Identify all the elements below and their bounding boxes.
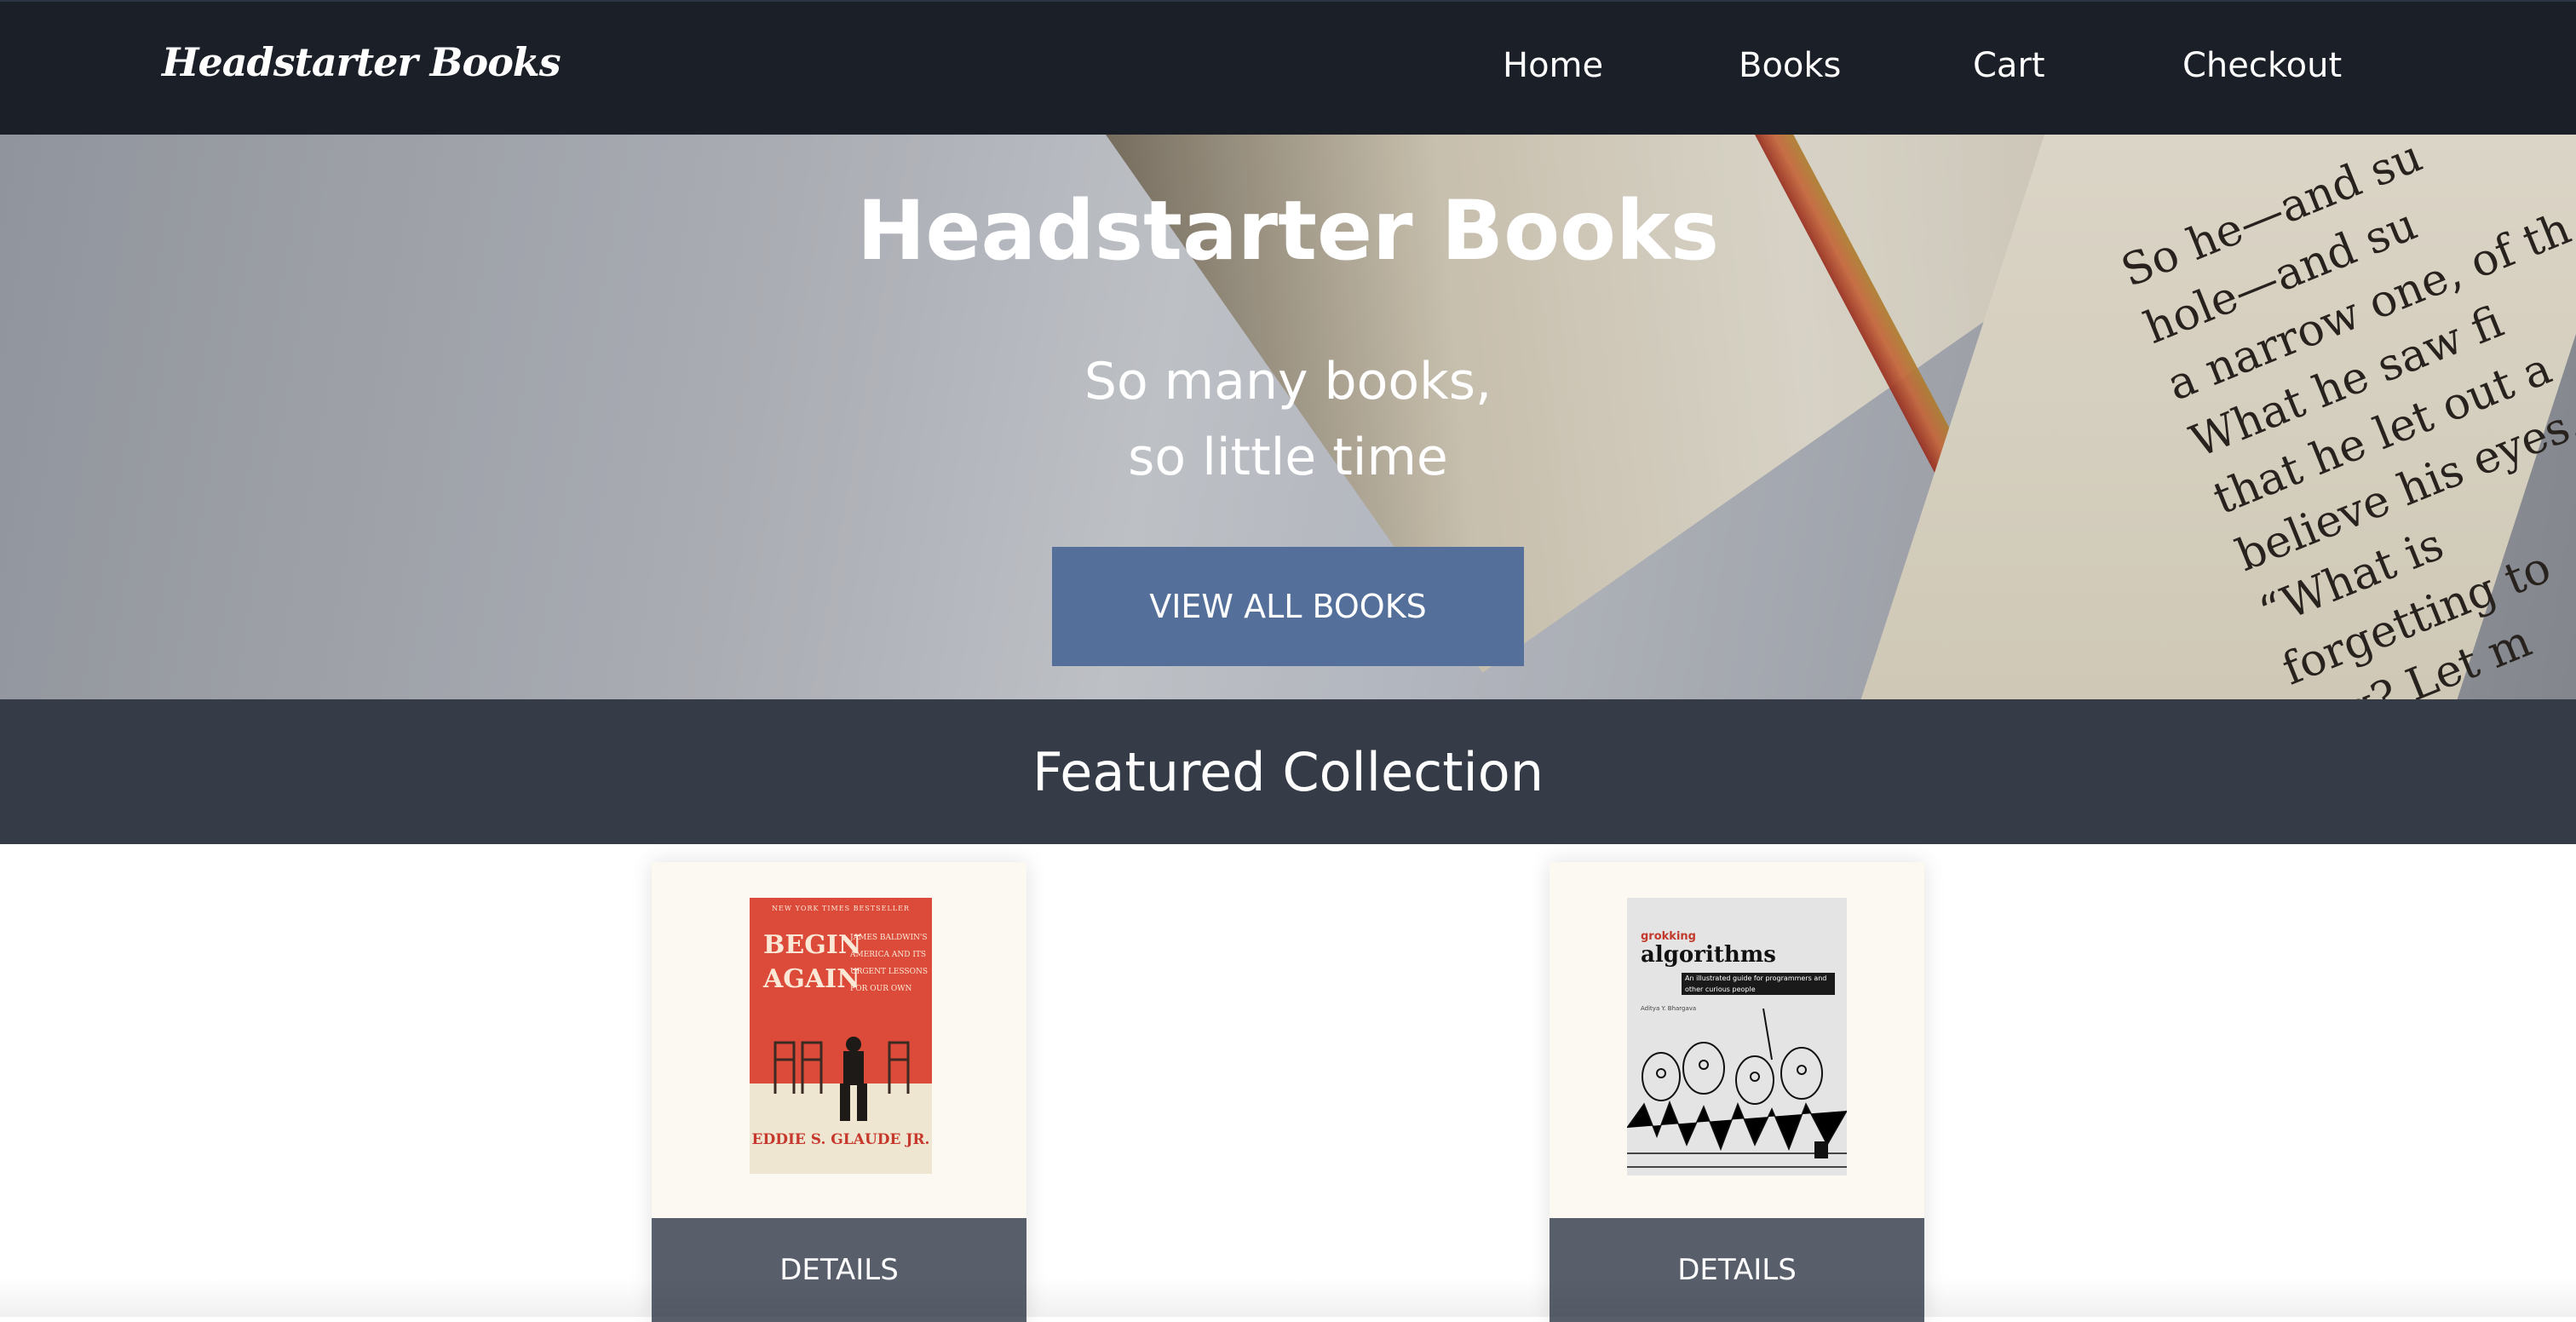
cover-title-line1: BEGIN	[763, 930, 862, 960]
cover-title-line2: AGAIN	[763, 964, 860, 994]
featured-heading-text: Featured Collection	[1032, 740, 1544, 803]
featured-collection-heading: Featured Collection	[0, 699, 2576, 844]
cover-author: EDDIE S. GLAUDE JR.	[751, 1131, 930, 1148]
book-cover-image[interactable]: NEW YORK TIMES BESTSELLER BEGIN AGAIN JA…	[750, 898, 932, 1174]
cover-chairs-illustration	[773, 1037, 910, 1121]
cover-series: grokking	[1641, 930, 1696, 943]
hero-subtitle-line1: So many books,	[1084, 352, 1492, 411]
book-card: NEW YORK TIMES BESTSELLER BEGIN AGAIN JA…	[652, 862, 1026, 1322]
book-card: grokking algorithms An illustrated guide…	[1550, 862, 1924, 1322]
nav-books[interactable]: Books	[1739, 46, 1841, 85]
cover-sub1: JAMES BALDWIN'S	[850, 934, 928, 942]
hero-title: Headstarter Books	[857, 183, 1719, 279]
cover-sub3: URGENT LESSONS	[850, 968, 928, 976]
nav-cart[interactable]: Cart	[1973, 46, 2045, 85]
page-bottom-shadow	[0, 1278, 2576, 1317]
cover-sub2: AMERICA AND ITS	[850, 951, 927, 959]
nav-home[interactable]: Home	[1503, 46, 1603, 85]
cover-top-line: NEW YORK TIMES BESTSELLER	[772, 905, 910, 912]
cover-title: algorithms	[1641, 942, 1776, 968]
book-cover-image[interactable]: grokking algorithms An illustrated guide…	[1627, 898, 1847, 1175]
nav-checkout[interactable]: Checkout	[2182, 46, 2342, 85]
hero-subtitle-line2: so little time	[1128, 428, 1448, 487]
brand-logo[interactable]: Headstarter Books	[162, 39, 561, 85]
top-navbar: Headstarter Books Home Books Cart Checko…	[0, 0, 2576, 135]
cover-sketch-illustration	[1627, 1009, 1847, 1168]
cover-sub4: FOR OUR OWN	[850, 985, 912, 993]
view-all-books-button[interactable]: VIEW ALL BOOKS	[1052, 547, 1524, 666]
cover-subtitle: An illustrated guide for programmers and…	[1682, 973, 1835, 995]
